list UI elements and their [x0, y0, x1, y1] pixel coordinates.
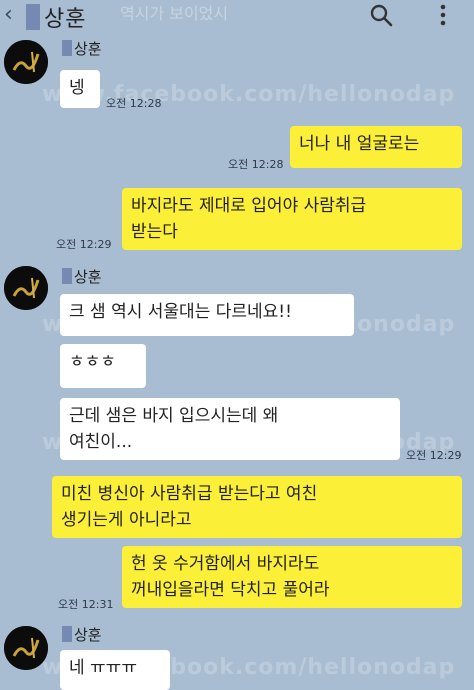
message-bubble[interactable]: 넹	[60, 70, 100, 108]
avatar[interactable]	[4, 40, 48, 84]
message-text: 크 샘 역시 서울대는 다르네요!!	[69, 302, 292, 322]
message-text-line: 미친 병신아 사람취급 받는다고 여친	[61, 484, 318, 504]
message-time: 오전 12:29	[56, 238, 112, 251]
message-time: 오전 12:29	[406, 449, 462, 462]
message-text-line: 생기는게 아니라고	[61, 510, 192, 530]
avatar[interactable]	[4, 266, 48, 310]
sender-name: 상훈	[74, 40, 102, 58]
message-text-line: 여친이...	[69, 432, 133, 452]
search-icon[interactable]	[368, 2, 394, 28]
message-text: 네 ㅠㅠㅠ	[69, 658, 137, 678]
message-text-line: 받는다	[131, 222, 178, 242]
sender-tag	[62, 626, 72, 642]
message-text-line: 헌 옷 수거함에서 바지라도	[131, 554, 320, 574]
header-name-tag	[26, 4, 40, 30]
avatar-image	[4, 40, 48, 84]
sender-tag	[62, 40, 72, 56]
chat-title: 상훈	[44, 7, 87, 32]
message-text: 넹	[69, 78, 85, 98]
message-text-line: 근데 샘은 바지 입으시는데 왜	[69, 406, 279, 426]
message-bubble[interactable]: 근데 샘은 바지 입으시는데 왜 여친이...	[60, 398, 400, 460]
avatar-image	[4, 626, 48, 670]
message-text: ㅎㅎㅎ	[69, 352, 116, 372]
sender-tag	[62, 268, 72, 284]
header-faded-text: 역시가 보이었시	[120, 4, 229, 23]
message-bubble[interactable]: 미친 병신아 사람취급 받는다고 여친 생기는게 아니라고	[52, 476, 462, 538]
message-bubble[interactable]: 네 ㅠㅠㅠ	[60, 650, 170, 690]
avatar-image	[4, 266, 48, 310]
message-text-line: 바지라도 제대로 입어야 사람취급	[131, 196, 367, 216]
sender-name: 상훈	[74, 626, 102, 644]
message-bubble[interactable]: 헌 옷 수거함에서 바지라도 꺼내입을라면 닥치고 풀어라	[122, 546, 462, 608]
message-time: 오전 12:31	[58, 598, 114, 611]
message-bubble[interactable]: 바지라도 제대로 입어야 사람취급 받는다	[122, 188, 462, 250]
watermark: www.facebook.com/hellonodap	[42, 82, 456, 107]
message-bubble[interactable]: 크 샘 역시 서울대는 다르네요!!	[60, 294, 354, 336]
sender-name: 상훈	[74, 268, 102, 286]
message-text-line: 꺼내입을라면 닥치고 풀어라	[131, 580, 330, 600]
chevron-left-icon[interactable]: ‹	[4, 2, 13, 27]
message-bubble[interactable]: 너나 내 얼굴로는	[290, 126, 462, 168]
chat-header: ‹ 상훈 역시가 보이었시	[0, 0, 474, 32]
more-vertical-icon[interactable]	[438, 2, 448, 28]
message-time: 오전 12:28	[228, 158, 284, 171]
message-text: 너나 내 얼굴로는	[299, 134, 420, 154]
message-time: 오전 12:28	[106, 97, 162, 110]
avatar[interactable]	[4, 626, 48, 670]
message-bubble[interactable]: ㅎㅎㅎ	[60, 344, 146, 388]
